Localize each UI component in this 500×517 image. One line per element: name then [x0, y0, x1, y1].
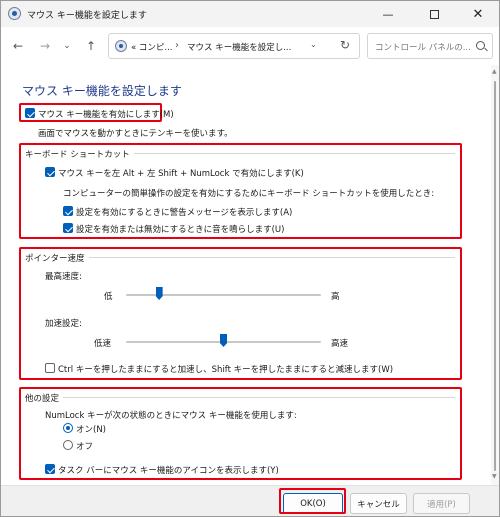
top-speed-high-label: 高	[331, 292, 340, 302]
breadcrumb-current[interactable]: マウス キー機能を設定し...	[187, 41, 291, 53]
shortcut-group-title: キーボード ショートカット	[25, 148, 134, 160]
acceleration-low-label: 低速	[94, 339, 112, 349]
top-speed-low-label: 低	[104, 292, 113, 302]
content-area: マウス キー機能を設定します マウス キー機能を有効にします(M) 画面でマウス…	[1, 65, 491, 485]
acceleration-high-label: 高速	[331, 339, 349, 349]
play-sound-checkbox[interactable]	[63, 223, 73, 233]
ctrl-shift-checkbox[interactable]	[45, 363, 55, 373]
enable-shortcut-label[interactable]: マウス キーを左 Alt + 左 Shift + NumLock で有効にします…	[58, 167, 304, 179]
cancel-button[interactable]: キャンセル	[350, 493, 407, 514]
apply-button[interactable]: 適用(P)	[413, 493, 470, 514]
back-button[interactable]: ←	[10, 38, 26, 54]
ctrl-shift-label[interactable]: Ctrl キーを押したままにすると加速し、Shift キーを押したままにすると減…	[58, 363, 393, 375]
title-bar: マウス キー機能を設定します — ✕	[1, 1, 499, 27]
acceleration-label: 加速設定:	[45, 319, 82, 329]
taskbar-icon-label[interactable]: タスク バーにマウス キー機能のアイコンを表示します(Y)	[58, 464, 279, 476]
refresh-icon[interactable]: ↻	[340, 38, 350, 52]
numlock-label: NumLock キーが次の状態のときにマウス キー機能を使用します:	[45, 411, 297, 421]
top-speed-slider-track[interactable]	[126, 294, 321, 296]
page-title: マウス キー機能を設定します	[22, 84, 182, 98]
enable-mouse-keys-label[interactable]: マウス キー機能を有効にします(M)	[38, 108, 174, 120]
numlock-off-label[interactable]: オフ	[76, 440, 93, 452]
pointer-group-divider	[25, 257, 455, 258]
play-sound-label[interactable]: 設定を有効または無効にするときに音を鳴らします(U)	[76, 223, 284, 235]
enable-mouse-keys-checkbox[interactable]	[25, 108, 35, 118]
forward-button[interactable]: →	[37, 38, 53, 54]
numlock-on-radio[interactable]	[63, 423, 73, 433]
enable-description: 画面でマウスを動かすときにテンキーを使います。	[38, 129, 233, 139]
shortcut-description: コンピューターの簡単操作の設定を有効にするためにキーボード ショートカットを使用…	[63, 189, 435, 199]
dialog-footer: OK(O) キャンセル 適用(P)	[1, 485, 499, 516]
other-group-divider	[25, 397, 455, 398]
window-title: マウス キー機能を設定します	[27, 11, 147, 21]
maximize-icon	[429, 9, 439, 19]
warning-message-label[interactable]: 設定を有効にするときに警告メッセージを表示します(A)	[76, 206, 292, 218]
other-group-title: 他の設定	[25, 392, 64, 404]
search-icon[interactable]	[476, 41, 485, 50]
search-box[interactable]: コントロール パネルの...	[367, 33, 493, 59]
up-button[interactable]: ↑	[83, 38, 99, 54]
scroll-up-icon[interactable]: ▲	[492, 68, 497, 75]
breadcrumb-parent[interactable]: « コンピ...	[131, 41, 173, 53]
maximize-button[interactable]	[415, 1, 453, 27]
navigation-bar: ← → ⌄ ↑ « コンピ... › マウス キー機能を設定し... ⌄ ↻ コ…	[1, 27, 499, 65]
recent-locations-button[interactable]: ⌄	[59, 38, 75, 54]
minimize-button[interactable]: —	[369, 1, 407, 27]
control-panel-icon	[115, 40, 127, 52]
scroll-down-icon[interactable]: ▼	[492, 473, 497, 480]
control-panel-icon	[8, 7, 21, 20]
taskbar-icon-checkbox[interactable]	[45, 464, 55, 474]
search-input[interactable]: コントロール パネルの...	[375, 41, 471, 53]
mouse-keys-window: マウス キー機能を設定します — ✕ ← → ⌄ ↑ « コンピ... › マウ…	[0, 0, 500, 517]
ok-highlight	[279, 488, 346, 514]
enable-shortcut-checkbox[interactable]	[45, 167, 55, 177]
top-speed-label: 最高速度:	[45, 272, 82, 282]
address-bar[interactable]: « コンピ... › マウス キー機能を設定し... ⌄ ↻	[108, 33, 360, 59]
address-dropdown-icon[interactable]: ⌄	[310, 40, 317, 49]
warning-message-checkbox[interactable]	[63, 206, 73, 216]
vertical-scrollbar[interactable]: ▲ ▼	[491, 65, 499, 485]
close-button[interactable]: ✕	[459, 1, 497, 27]
pointer-group-highlight	[19, 247, 462, 380]
pointer-group-title: ポインター速度	[25, 252, 89, 264]
scroll-thumb[interactable]	[494, 81, 496, 471]
numlock-on-label[interactable]: オン(N)	[76, 423, 106, 435]
numlock-off-radio[interactable]	[63, 440, 73, 450]
breadcrumb-separator-icon[interactable]: ›	[175, 40, 179, 51]
